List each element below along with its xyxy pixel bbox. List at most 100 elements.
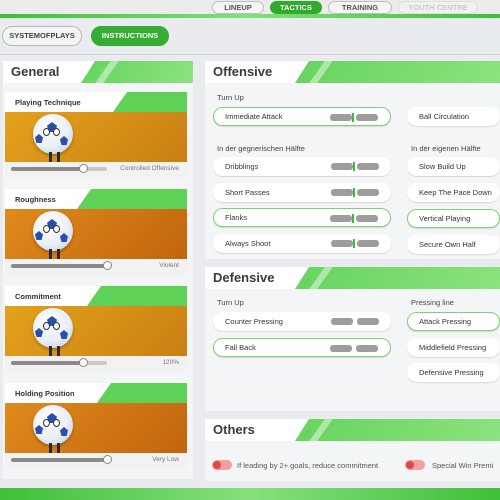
card-label: Holding Position xyxy=(15,389,75,398)
option-label: Fall Back xyxy=(225,343,256,352)
card-header: Roughness xyxy=(5,189,187,209)
card-playing-technique: Playing Technique Controlled Offensive xyxy=(5,92,187,178)
defensive-turnup-label: Turn Up xyxy=(217,298,244,307)
option-counter-pressing[interactable]: Counter Pressing xyxy=(213,312,391,331)
card-holding-position: Holding Position Very Low xyxy=(5,383,187,469)
toggle-knob xyxy=(213,461,221,469)
slider-value: Violent xyxy=(159,262,179,269)
option-label: Short Passes xyxy=(225,188,270,197)
header-accent xyxy=(81,61,193,83)
toggle-special-win-premium[interactable] xyxy=(405,460,425,470)
intensity-bars xyxy=(331,318,379,325)
intensity-bars xyxy=(331,162,379,171)
slider-value: Controlled Offensive xyxy=(120,165,179,172)
defensive-title: Defensive xyxy=(213,270,275,285)
others-panel: Others xyxy=(205,419,500,481)
option-ball-circulation[interactable]: Ball Circulation xyxy=(407,107,500,126)
offensive-header: Offensive xyxy=(205,61,500,83)
option-defensive-pressing[interactable]: Defensive Pressing xyxy=(407,363,500,382)
option-always-shoot[interactable]: Always Shoot xyxy=(213,234,391,253)
general-header: General xyxy=(3,61,193,83)
option-vertical-playing[interactable]: Vertical Playing xyxy=(407,209,500,228)
option-label: Counter Pressing xyxy=(225,317,283,326)
option-keep-the-pace-down[interactable]: Keep The Pace Down xyxy=(407,183,500,202)
option-label: Immediate Attack xyxy=(225,112,283,121)
option-immediate-attack[interactable]: Immediate Attack xyxy=(213,107,391,126)
slider[interactable] xyxy=(11,358,107,367)
offensive-turnup-label: Turn Up xyxy=(217,93,244,102)
card-header: Commitment xyxy=(5,286,187,306)
ball-mascot-icon xyxy=(33,211,73,251)
intensity-bars xyxy=(330,214,378,223)
option-flanks[interactable]: Flanks xyxy=(213,208,391,227)
intensity-bars xyxy=(330,113,378,122)
own-half-label: In der eigenen Hälfte xyxy=(411,144,481,153)
option-fall-back[interactable]: Fall Back xyxy=(213,338,391,357)
option-middlefield-pressing[interactable]: Middlefield Pressing xyxy=(407,338,500,357)
top-nav: LINEUP TACTICS TRAINING YOUTH CENTRE xyxy=(0,0,500,18)
option-dribblings[interactable]: Dribblings xyxy=(213,157,391,176)
header-accent xyxy=(295,61,500,83)
card-label: Roughness xyxy=(15,195,56,204)
ball-mascot-icon xyxy=(33,114,73,154)
option-slow-build-up[interactable]: Slow Build Up xyxy=(407,157,500,176)
slider-value: 120% xyxy=(162,359,179,366)
card-header: Playing Technique xyxy=(5,92,187,112)
option-label: Vertical Playing xyxy=(419,214,471,223)
others-title: Others xyxy=(213,422,255,437)
general-title: General xyxy=(11,64,60,79)
slider-knob[interactable] xyxy=(79,358,88,367)
header-accent xyxy=(295,267,500,289)
option-short-passes[interactable]: Short Passes xyxy=(213,183,391,202)
intensity-bars xyxy=(331,188,379,197)
header-accent xyxy=(295,419,500,441)
slider[interactable] xyxy=(11,261,112,270)
card-accent xyxy=(113,92,187,112)
tab-lineup[interactable]: LINEUP xyxy=(212,1,264,14)
toggle-reduce-commitment[interactable] xyxy=(212,460,232,470)
slider[interactable] xyxy=(11,164,107,173)
slider-value: Very Low xyxy=(152,456,179,463)
option-label: Attack Pressing xyxy=(419,317,472,326)
option-attack-pressing[interactable]: Attack Pressing xyxy=(407,312,500,331)
bottom-stripe xyxy=(0,488,500,500)
toggle-knob xyxy=(406,461,414,469)
others-header: Others xyxy=(205,419,500,441)
mascot-image xyxy=(5,112,187,162)
mascot-image xyxy=(5,306,187,356)
card-label: Commitment xyxy=(15,292,61,301)
defensive-header: Defensive xyxy=(205,267,500,289)
intensity-bars xyxy=(330,345,378,352)
ball-mascot-icon xyxy=(33,308,73,348)
tab-training[interactable]: TRAINING xyxy=(328,1,392,14)
slider-knob[interactable] xyxy=(103,261,112,270)
card-header: Holding Position xyxy=(5,383,187,403)
tab-tactics[interactable]: TACTICS xyxy=(270,1,322,14)
ball-mascot-icon xyxy=(33,405,73,445)
option-label: Slow Build Up xyxy=(419,162,466,171)
option-label: Ball Circulation xyxy=(419,112,470,121)
divider xyxy=(0,54,500,55)
slider[interactable] xyxy=(11,455,112,464)
option-label: Defensive Pressing xyxy=(419,368,484,377)
card-accent xyxy=(87,286,187,306)
mascot-image xyxy=(5,209,187,259)
card-roughness: Roughness Violent xyxy=(5,189,187,275)
card-accent xyxy=(77,189,187,209)
card-commitment: Commitment 120% xyxy=(5,286,187,372)
option-label: Secure Own Half xyxy=(419,240,476,249)
slider-knob[interactable] xyxy=(103,455,112,464)
toggle-label: Special Win Premi xyxy=(432,461,494,470)
toggle-label: If leading by 2+ goals, reduce commitmen… xyxy=(237,461,379,470)
subtab-systemofplays[interactable]: SYSTEMOFPLAYS xyxy=(2,26,82,46)
opp-half-label: In der gegnerischen Hälfte xyxy=(217,144,305,153)
option-secure-own-half[interactable]: Secure Own Half xyxy=(407,235,500,254)
subtab-instructions[interactable]: INSTRUCTIONS xyxy=(91,26,169,46)
option-label: Always Shoot xyxy=(225,239,271,248)
option-label: Flanks xyxy=(225,213,248,222)
option-label: Dribblings xyxy=(225,162,259,171)
pressing-line-label: Pressing line xyxy=(411,298,454,307)
slider-knob[interactable] xyxy=(79,164,88,173)
tab-youth-centre[interactable]: YOUTH CENTRE xyxy=(398,1,478,14)
card-label: Playing Technique xyxy=(15,98,81,107)
